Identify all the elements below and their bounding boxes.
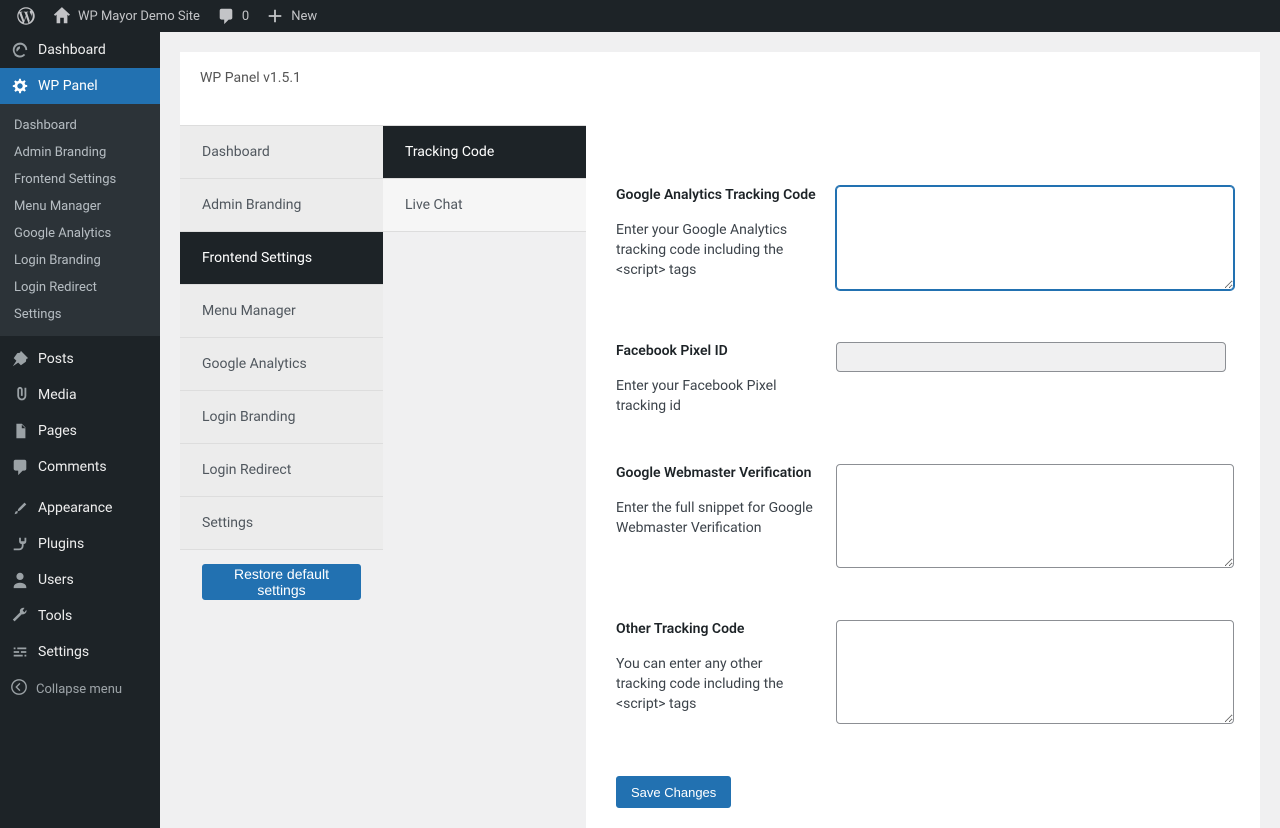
sidebar-subitem[interactable]: Admin Branding (0, 139, 160, 166)
secondary-tabs: Tracking CodeLive Chat (383, 126, 586, 828)
sidebar-label: Comments (38, 459, 107, 475)
primary-tab[interactable]: Login Branding (180, 390, 383, 444)
sidebar-label: Plugins (38, 536, 84, 552)
sidebar-subitem[interactable]: Menu Manager (0, 193, 160, 220)
wrench-icon (10, 606, 30, 626)
new-content-link[interactable]: New (257, 0, 325, 32)
sidebar-label: Users (38, 572, 74, 588)
restore-defaults-button[interactable]: Restore default settings (202, 564, 361, 600)
sidebar-submenu: DashboardAdmin BrandingFrontend Settings… (0, 104, 160, 336)
collapse-label: Collapse menu (36, 682, 122, 697)
primary-tab[interactable]: Login Redirect (180, 443, 383, 497)
sidebar-label: Tools (38, 608, 72, 624)
plug-icon (10, 534, 30, 554)
media-icon (10, 385, 30, 405)
sidebar-label: WP Panel (38, 78, 98, 94)
main-content: WP Panel v1.5.1 DashboardAdmin BrandingF… (160, 32, 1280, 828)
collapse-menu-button[interactable]: Collapse menu (0, 670, 160, 708)
settings-form: Google Analytics Tracking Code Enter your… (586, 126, 1260, 828)
form-field: Other Tracking Code You can enter any oth… (616, 620, 1234, 728)
comment-icon (10, 457, 30, 477)
field-hint: Enter your Facebook Pixel tracking id (616, 376, 816, 417)
field-title: Facebook Pixel ID (616, 342, 816, 362)
secondary-tab[interactable]: Tracking Code (383, 125, 586, 179)
sidebar-item-posts[interactable]: Posts (0, 341, 160, 377)
page-icon (10, 421, 30, 441)
sidebar-label: Media (38, 387, 77, 403)
primary-tab[interactable]: Menu Manager (180, 284, 383, 338)
form-field: Google Webmaster Verification Enter the f… (616, 464, 1234, 572)
user-icon (10, 570, 30, 590)
sidebar-label: Dashboard (38, 42, 106, 58)
primary-tab[interactable]: Google Analytics (180, 337, 383, 391)
comments-count: 0 (242, 9, 249, 24)
field-input[interactable] (836, 464, 1234, 568)
page-title: WP Panel v1.5.1 (180, 52, 1260, 126)
field-hint: Enter your Google Analytics tracking cod… (616, 220, 816, 281)
sidebar-item-tools[interactable]: Tools (0, 598, 160, 634)
field-title: Google Webmaster Verification (616, 464, 816, 484)
sidebar-label: Posts (38, 351, 74, 367)
collapse-icon (10, 678, 28, 700)
primary-tab[interactable]: Frontend Settings (180, 231, 383, 285)
home-icon (52, 6, 72, 26)
sidebar-item-plugins[interactable]: Plugins (0, 526, 160, 562)
secondary-tab[interactable]: Live Chat (383, 178, 586, 232)
primary-tab[interactable]: Dashboard (180, 125, 383, 179)
sliders-icon (10, 642, 30, 662)
admin-topbar: WP Mayor Demo Site 0 New (0, 0, 1280, 32)
sidebar-item-comments[interactable]: Comments (0, 449, 160, 485)
sidebar-item-pages[interactable]: Pages (0, 413, 160, 449)
site-name-link[interactable]: WP Mayor Demo Site (44, 0, 208, 32)
save-changes-button[interactable]: Save Changes (616, 776, 731, 808)
form-field: Google Analytics Tracking Code Enter your… (616, 186, 1234, 294)
brush-icon (10, 498, 30, 518)
sidebar-subitem[interactable]: Settings (0, 301, 160, 328)
primary-tabs: DashboardAdmin BrandingFrontend Settings… (180, 126, 383, 828)
primary-tab[interactable]: Settings (180, 496, 383, 550)
comment-icon (216, 6, 236, 26)
field-title: Google Analytics Tracking Code (616, 186, 816, 206)
primary-tab[interactable]: Admin Branding (180, 178, 383, 232)
sidebar-item-settings[interactable]: Settings (0, 634, 160, 670)
wordpress-icon (16, 6, 36, 26)
gear-icon (10, 76, 30, 96)
site-name-text: WP Mayor Demo Site (78, 9, 200, 24)
sidebar-item-wp-panel[interactable]: WP Panel (0, 68, 160, 104)
field-input[interactable] (836, 620, 1234, 724)
form-field: Facebook Pixel ID Enter your Facebook Pix… (616, 342, 1234, 416)
sidebar-subitem[interactable]: Dashboard (0, 112, 160, 139)
pin-icon (10, 349, 30, 369)
field-input[interactable] (836, 342, 1226, 372)
field-title: Other Tracking Code (616, 620, 816, 640)
sidebar-subitem[interactable]: Login Branding (0, 247, 160, 274)
sidebar-label: Pages (38, 423, 77, 439)
field-input[interactable] (836, 186, 1234, 290)
sidebar-item-appearance[interactable]: Appearance (0, 490, 160, 526)
sidebar-item-media[interactable]: Media (0, 377, 160, 413)
sidebar-subitem[interactable]: Google Analytics (0, 220, 160, 247)
sidebar-label: Settings (38, 644, 89, 660)
admin-sidebar: Dashboard WP Panel DashboardAdmin Brandi… (0, 32, 160, 828)
wp-logo-menu[interactable] (8, 0, 44, 32)
sidebar-subitem[interactable]: Frontend Settings (0, 166, 160, 193)
sidebar-subitem[interactable]: Login Redirect (0, 274, 160, 301)
new-label: New (291, 9, 317, 24)
sidebar-label: Appearance (38, 500, 112, 516)
sidebar-item-dashboard[interactable]: Dashboard (0, 32, 160, 68)
field-hint: Enter the full snippet for Google Webmas… (616, 498, 816, 539)
comments-link[interactable]: 0 (208, 0, 257, 32)
plus-icon (265, 6, 285, 26)
sidebar-item-users[interactable]: Users (0, 562, 160, 598)
field-hint: You can enter any other tracking code in… (616, 654, 816, 715)
dashboard-icon (10, 40, 30, 60)
